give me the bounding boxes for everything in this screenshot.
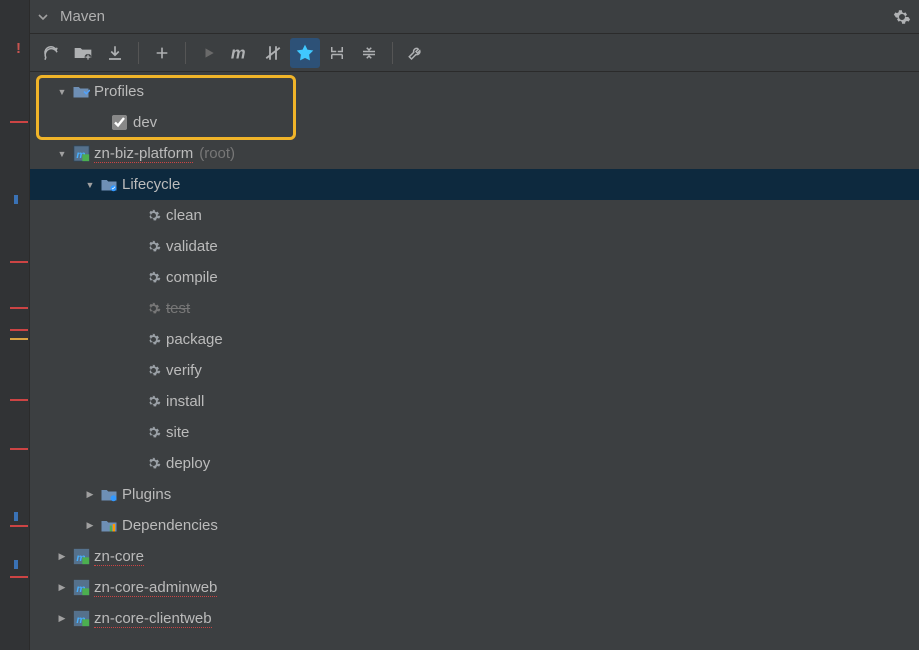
folder-plugins-icon [98,487,120,502]
gear-icon [142,301,164,316]
maven-tool-window: Maven m [30,0,919,650]
phase-label: verify [166,362,202,379]
phase-label: test [166,300,190,317]
editor-gutter: ! [0,0,30,650]
gutter-mark [10,525,28,527]
expand-arrow-icon[interactable]: ▶ [54,582,70,593]
phase-install[interactable]: • install [30,386,919,417]
run-button[interactable] [194,38,224,68]
toggle-offline-button[interactable] [258,38,288,68]
add-project-button[interactable] [147,38,177,68]
phase-test[interactable]: • test [30,293,919,324]
maven-module-icon: m [70,145,92,162]
expand-arrow-icon[interactable]: ▼ [54,87,70,97]
module-label: zn-core [94,548,144,565]
maven-tree[interactable]: ▼ Profiles ▶ dev ▼ m zn-biz-platform(roo… [30,72,919,650]
execute-goal-button[interactable]: m [226,38,256,68]
gutter-mark [14,512,18,521]
phase-label: validate [166,238,218,255]
profile-dev-checkbox[interactable] [112,115,127,130]
expand-arrow-icon[interactable]: ▼ [82,180,98,190]
gutter-mark [10,261,28,263]
phase-label: install [166,393,204,410]
module-zn-core-adminweb[interactable]: ▶ m zn-core-adminweb [30,572,919,603]
generate-sources-button[interactable] [68,38,98,68]
phase-validate[interactable]: • validate [30,231,919,262]
toolbar-separator [138,42,139,64]
dependencies-node[interactable]: ▶ Dependencies [30,510,919,541]
toolbar-separator [185,42,186,64]
expand-arrow-icon[interactable]: ▼ [54,149,70,159]
svg-text:m: m [231,44,246,62]
skip-tests-toggle[interactable] [290,38,320,68]
download-sources-button[interactable] [100,38,130,68]
show-dependencies-button[interactable] [322,38,352,68]
gutter-mark [10,576,28,578]
gear-icon [142,394,164,409]
phase-compile[interactable]: • compile [30,262,919,293]
expand-arrow-icon[interactable]: ▶ [54,613,70,624]
maven-module-icon: m [70,548,92,565]
gear-icon [142,425,164,440]
module-label: zn-core-clientweb [94,610,212,627]
maven-toolbar: m [30,34,919,72]
dependencies-label: Dependencies [122,517,218,534]
module-label: zn-core-adminweb [94,579,217,596]
phase-site[interactable]: • site [30,417,919,448]
folder-lifecycle-icon [98,177,120,192]
gear-icon [142,363,164,378]
panel-settings-button[interactable] [893,8,911,26]
toolbar-separator [392,42,393,64]
lifecycle-label: Lifecycle [122,176,180,193]
gear-icon [142,270,164,285]
profile-dev[interactable]: ▶ dev [30,107,919,138]
expand-arrow-icon[interactable]: ▶ [82,489,98,500]
gutter-mark [10,338,28,340]
panel-title: Maven [60,8,105,25]
gear-icon [142,456,164,471]
phase-label: package [166,331,223,348]
maven-module-icon: m [70,579,92,596]
gutter-mark [10,307,28,309]
phase-label: site [166,424,189,441]
gutter-mark [10,399,28,401]
gear-icon [142,208,164,223]
expand-arrow-icon[interactable]: ▶ [82,520,98,531]
phase-deploy[interactable]: • deploy [30,448,919,479]
maven-settings-button[interactable] [401,38,431,68]
phase-clean[interactable]: • clean [30,200,919,231]
phase-package[interactable]: • package [30,324,919,355]
module-zn-core-clientweb[interactable]: ▶ m zn-core-clientweb [30,603,919,634]
collapse-panel-button[interactable] [34,8,52,26]
collapse-all-button[interactable] [354,38,384,68]
maven-module-icon: m [70,610,92,627]
lifecycle-node[interactable]: ▼ Lifecycle [30,169,919,200]
phase-verify[interactable]: • verify [30,355,919,386]
gutter-mark [14,560,18,569]
gutter-mark [10,448,28,450]
profiles-label: Profiles [94,83,144,100]
gear-icon [142,239,164,254]
gutter-mark [14,195,18,204]
plugins-node[interactable]: ▶ Plugins [30,479,919,510]
folder-profiles-icon [70,84,92,99]
project-root-label: zn-biz-platform(root) [94,145,235,162]
phase-label: compile [166,269,218,286]
panel-header: Maven [30,0,919,34]
gutter-mark [10,121,28,123]
profiles-node[interactable]: ▼ Profiles [30,76,919,107]
project-root-node[interactable]: ▼ m zn-biz-platform(root) [30,138,919,169]
expand-arrow-icon[interactable]: ▶ [54,551,70,562]
gear-icon [142,332,164,347]
folder-deps-icon [98,518,120,533]
refresh-button[interactable] [36,38,66,68]
module-zn-core[interactable]: ▶ m zn-core [30,541,919,572]
gutter-mark [10,329,28,331]
phase-label: deploy [166,455,210,472]
profile-dev-label: dev [133,114,157,131]
error-indicator-icon: ! [16,40,30,54]
phase-label: clean [166,207,202,224]
plugins-label: Plugins [122,486,171,503]
